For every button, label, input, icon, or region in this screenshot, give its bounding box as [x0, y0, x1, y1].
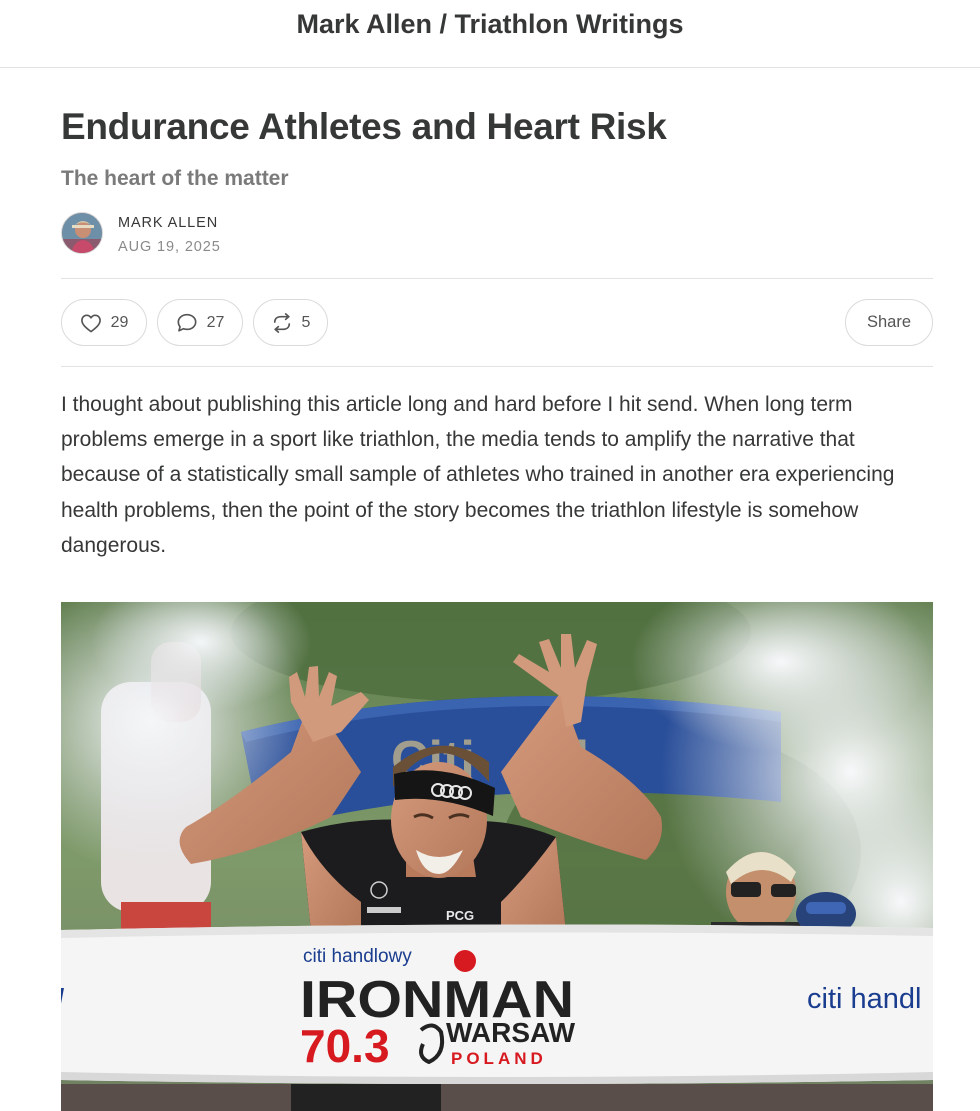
author-avatar[interactable] — [61, 212, 103, 254]
post-title: Endurance Athletes and Heart Risk — [61, 106, 667, 147]
like-button[interactable]: 29 — [61, 299, 147, 346]
svg-text:/: / — [61, 983, 64, 1013]
jersey-sponsor: PCG — [446, 908, 474, 923]
site-title[interactable]: Mark Allen / Triathlon Writings — [0, 6, 980, 42]
banner-top-text: citi handlowy — [303, 946, 412, 967]
divider-bottom — [61, 366, 933, 367]
restack-count: 5 — [301, 313, 311, 331]
comment-count: 27 — [206, 313, 225, 331]
comment-button[interactable]: 27 — [157, 299, 243, 346]
post-date: AUG 19, 2025 — [118, 239, 221, 255]
race-distance: 70.3 — [300, 1020, 390, 1072]
comment-bubble-icon — [176, 312, 198, 333]
post-subtitle: The heart of the matter — [61, 167, 289, 190]
banner-right-text: citi handl — [807, 983, 921, 1015]
race-city: WARSAW — [446, 1017, 576, 1048]
author-name[interactable]: MARK ALLEN — [118, 215, 218, 231]
share-label: Share — [866, 313, 912, 331]
hero-image: Citi old PCG — [61, 602, 933, 1111]
top-bar: Mark Allen / Triathlon Writings — [0, 0, 980, 68]
share-button[interactable]: Share — [845, 299, 933, 346]
heart-icon — [80, 313, 102, 333]
race-country: POLAND — [451, 1049, 547, 1068]
post-body-paragraph: I thought about publishing this article … — [61, 393, 895, 557]
restack-arrows-icon — [271, 312, 293, 333]
like-count: 29 — [110, 313, 129, 331]
divider-top — [61, 278, 933, 279]
restack-button[interactable]: 5 — [253, 299, 328, 346]
